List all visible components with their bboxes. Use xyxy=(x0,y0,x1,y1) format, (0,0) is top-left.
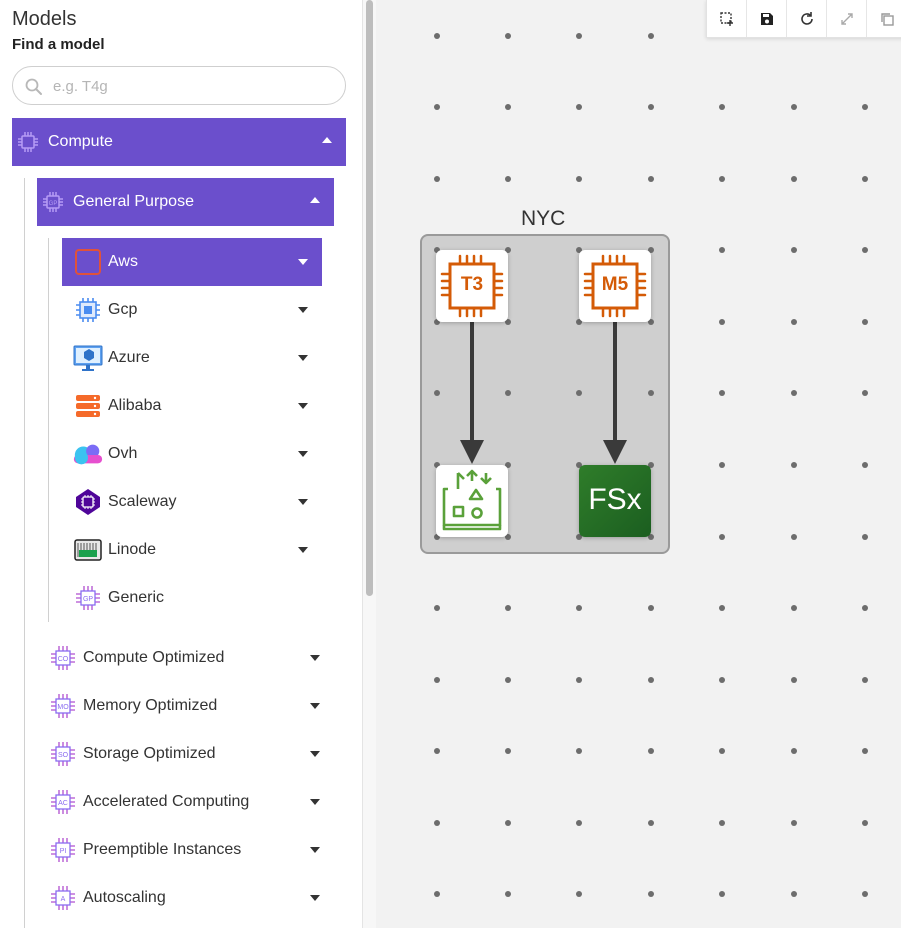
copy-icon xyxy=(880,12,894,26)
node-label: M5 xyxy=(601,274,629,295)
save-button[interactable] xyxy=(747,0,787,37)
node-m5-instance[interactable]: M5 xyxy=(579,250,651,322)
canvas-toolbar xyxy=(706,0,901,38)
storage-shapes-icon xyxy=(442,469,502,531)
select-area-button[interactable] xyxy=(707,0,747,37)
edges-layer xyxy=(460,322,627,464)
save-icon xyxy=(760,12,773,25)
arrowhead xyxy=(460,440,484,464)
node-storage-service[interactable] xyxy=(436,465,508,537)
node-label: T3 xyxy=(460,274,484,295)
select-area-icon xyxy=(719,11,733,26)
node-t3-instance[interactable]: T3 xyxy=(436,250,508,322)
node-fsx[interactable]: FSx xyxy=(579,465,651,537)
expand-button[interactable] xyxy=(827,0,867,37)
refresh-button[interactable] xyxy=(787,0,827,37)
refresh-icon xyxy=(800,11,813,25)
expand-icon xyxy=(840,12,853,25)
arrowhead xyxy=(603,440,627,464)
copy-button[interactable] xyxy=(867,0,901,37)
node-label: FSx xyxy=(588,483,642,516)
